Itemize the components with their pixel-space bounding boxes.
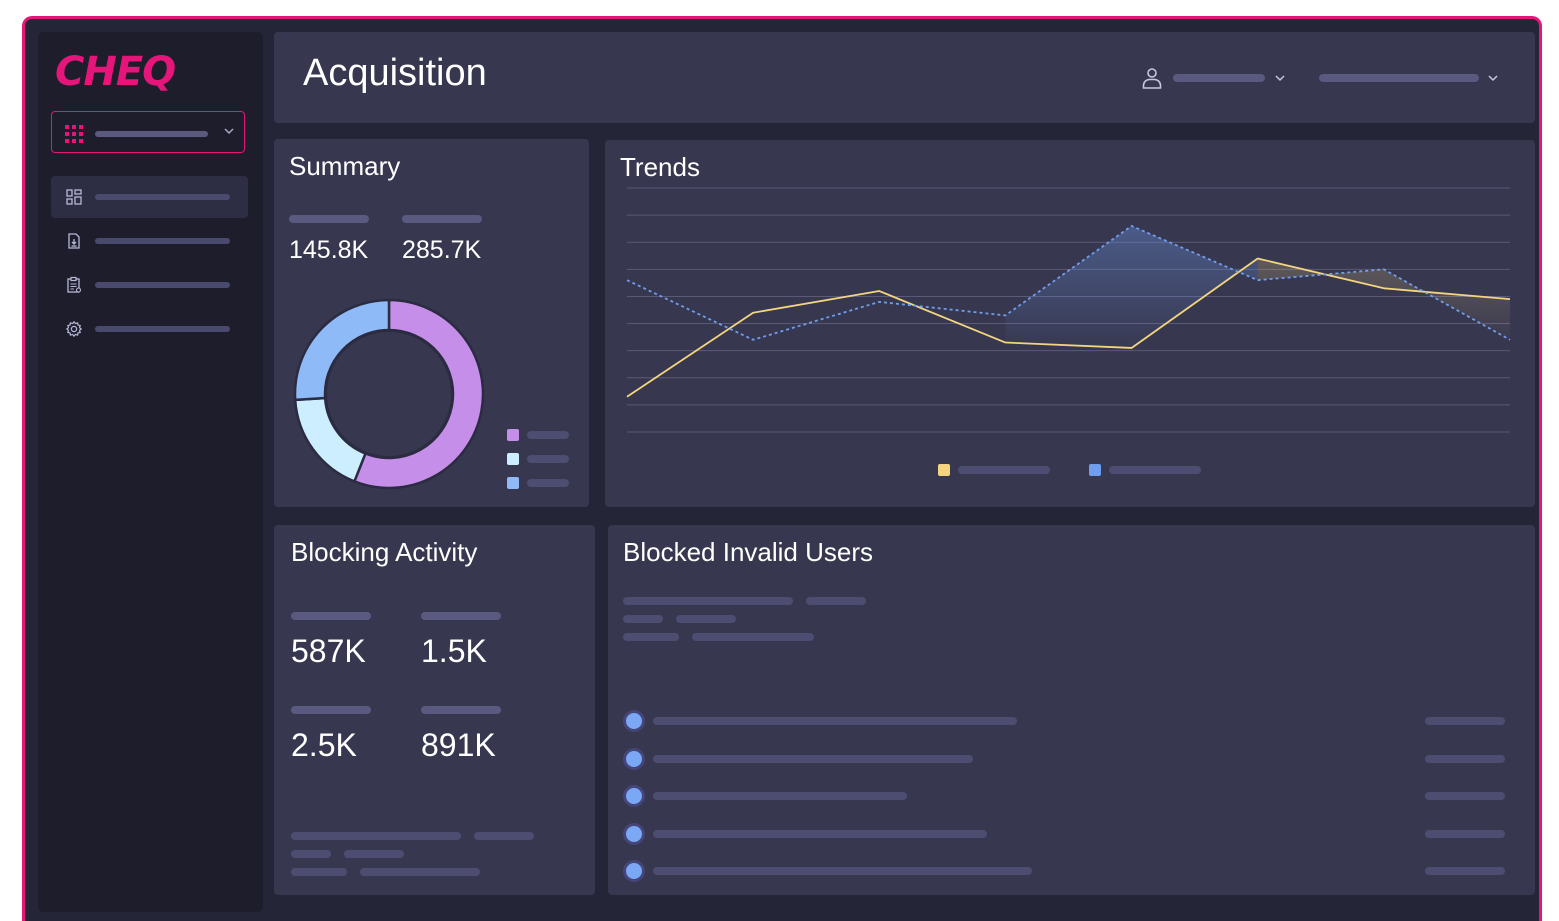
- user-value-placeholder: [1425, 792, 1505, 800]
- stat-label-placeholder: [402, 215, 482, 223]
- sidebar: CHEQ: [38, 32, 263, 912]
- blocked-invalid-users-title: Blocked Invalid Users: [623, 537, 873, 568]
- user-name-placeholder: [653, 717, 1017, 725]
- apps-grid-icon: [65, 125, 83, 143]
- series-area: [1005, 226, 1257, 348]
- text-placeholder: [806, 597, 866, 605]
- blocking-stat-3: 2.5K: [291, 727, 357, 764]
- user-name-placeholder: [653, 830, 987, 838]
- download-report-icon: [65, 232, 83, 250]
- series-area: [1258, 258, 1510, 339]
- stat-label-placeholder: [291, 706, 371, 714]
- status-dot: [626, 863, 642, 879]
- summary-panel: Summary 145.8K 285.7K: [274, 139, 589, 507]
- legend-swatch: [507, 453, 519, 465]
- legend-label-placeholder: [527, 431, 569, 439]
- workspace-name-placeholder: [95, 131, 208, 137]
- legend-swatch: [1089, 464, 1101, 476]
- text-placeholder: [291, 868, 347, 876]
- text-placeholder: [291, 832, 461, 840]
- blocking-activity-title: Blocking Activity: [291, 537, 477, 568]
- user-name-placeholder: [653, 792, 907, 800]
- trends-line-chart: [605, 140, 1535, 507]
- text-placeholder: [291, 850, 331, 858]
- stat-label-placeholder: [421, 706, 501, 714]
- stat-label-placeholder: [291, 612, 371, 620]
- legend-label-placeholder: [527, 455, 569, 463]
- legend-swatch: [507, 429, 519, 441]
- user-name-placeholder: [653, 755, 973, 763]
- text-placeholder: [623, 615, 663, 623]
- sidebar-item-reports[interactable]: [51, 220, 248, 262]
- stat-label-placeholder: [421, 612, 501, 620]
- blocking-stat-4: 891K: [421, 727, 496, 764]
- workspace-selector[interactable]: [51, 111, 245, 153]
- sidebar-item-label: [95, 326, 230, 332]
- legend-label-placeholder: [1109, 466, 1201, 474]
- gear-icon: [65, 320, 83, 338]
- status-dot: [626, 751, 642, 767]
- blocking-stat-1: 587K: [291, 633, 366, 670]
- text-placeholder: [344, 850, 404, 858]
- summary-donut-chart: [289, 294, 489, 494]
- stat-label-placeholder: [289, 215, 369, 223]
- text-placeholder: [692, 633, 814, 641]
- user-name-placeholder: [1173, 74, 1265, 82]
- dashboard-icon: [65, 188, 83, 206]
- text-placeholder: [474, 832, 534, 840]
- text-placeholder: [360, 868, 480, 876]
- sidebar-item-label: [95, 282, 230, 288]
- text-placeholder: [676, 615, 736, 623]
- clipboard-icon: [65, 276, 83, 294]
- chevron-down-icon: [222, 124, 236, 138]
- user-name-placeholder: [653, 867, 1032, 875]
- legend-label-placeholder: [958, 466, 1050, 474]
- sidebar-item-policies[interactable]: [51, 264, 248, 306]
- user-value-placeholder: [1425, 717, 1505, 725]
- chevron-down-icon[interactable]: [1486, 71, 1500, 85]
- status-dot: [626, 713, 642, 729]
- sidebar-item-dashboard[interactable]: [51, 176, 248, 218]
- sidebar-item-settings[interactable]: [51, 308, 248, 350]
- user-value-placeholder: [1425, 867, 1505, 875]
- legend-swatch: [507, 477, 519, 489]
- text-placeholder: [623, 597, 793, 605]
- account-selector-placeholder: [1319, 74, 1479, 82]
- status-dot: [626, 826, 642, 842]
- summary-title: Summary: [289, 151, 400, 182]
- legend-label-placeholder: [527, 479, 569, 487]
- page-title: Acquisition: [303, 52, 487, 95]
- sidebar-item-label: [95, 194, 230, 200]
- status-dot: [626, 788, 642, 804]
- user-value-placeholder: [1425, 830, 1505, 838]
- chevron-down-icon[interactable]: [1273, 71, 1287, 85]
- cheq-logo[interactable]: CHEQ: [55, 49, 175, 95]
- trends-panel: Trends: [605, 140, 1535, 507]
- blocked-invalid-users-panel: Blocked Invalid Users: [608, 525, 1535, 895]
- summary-stat-1: 145.8K: [289, 236, 368, 265]
- legend-swatch: [938, 464, 950, 476]
- blocking-stat-2: 1.5K: [421, 633, 487, 670]
- blocking-activity-panel: Blocking Activity 587K 1.5K 2.5K 891K: [274, 525, 595, 895]
- user-value-placeholder: [1425, 755, 1505, 763]
- app-window: CHEQ: [22, 16, 1542, 921]
- user-icon[interactable]: [1140, 66, 1164, 90]
- sidebar-item-label: [95, 238, 230, 244]
- summary-stat-2: 285.7K: [402, 236, 481, 265]
- page-header: Acquisition: [274, 32, 1535, 123]
- text-placeholder: [623, 633, 679, 641]
